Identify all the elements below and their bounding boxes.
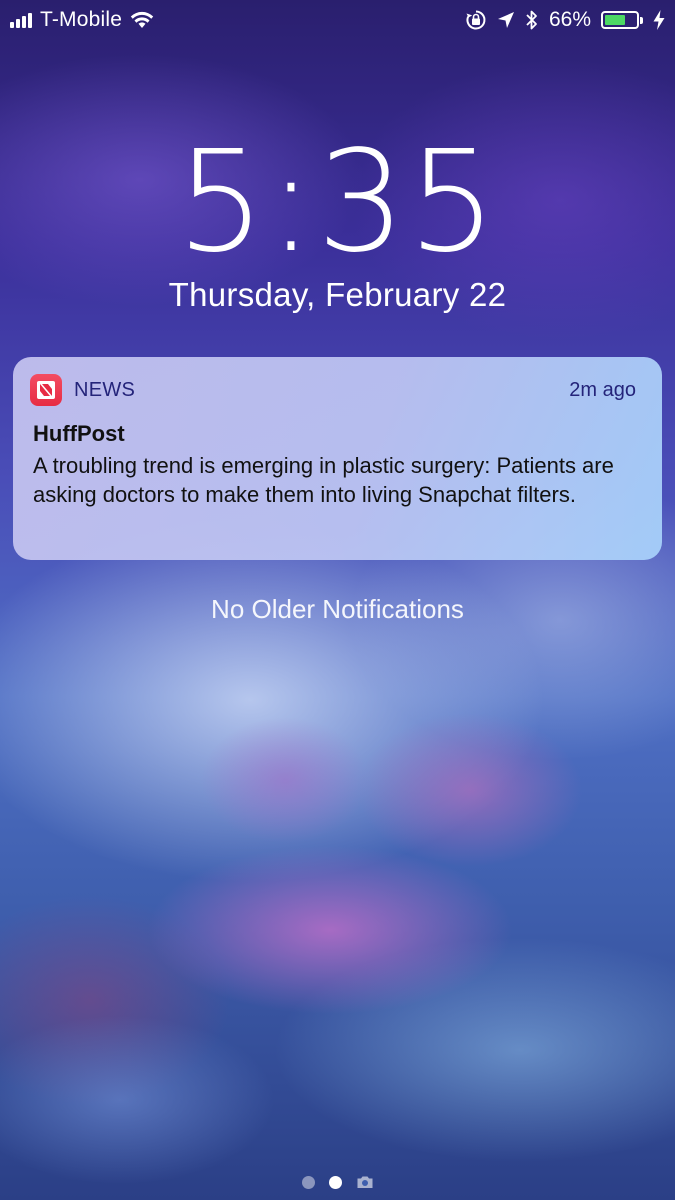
page-dot-active[interactable] <box>328 1175 342 1189</box>
notification-card[interactable]: NEWS 2m ago HuffPost A troubling trend i… <box>13 357 662 560</box>
location-icon <box>497 11 515 29</box>
page-dot[interactable] <box>301 1175 315 1189</box>
wifi-icon <box>130 11 154 29</box>
notification-time: 2m ago <box>569 378 636 401</box>
lock-screen-date: Thursday, February 22 <box>168 276 507 313</box>
news-app-icon <box>30 374 62 406</box>
signal-icon <box>10 12 32 28</box>
notification-header: NEWS 2m ago <box>30 374 636 406</box>
camera-icon[interactable] <box>356 1175 374 1189</box>
notification-title: HuffPost <box>33 421 125 446</box>
notification-app-name: NEWS <box>74 378 136 401</box>
no-older-notifications-label: No Older Notifications <box>211 594 464 624</box>
bluetooth-icon <box>525 9 539 31</box>
lock-screen-time: 5:35 <box>176 121 499 284</box>
page-indicator <box>0 1175 675 1189</box>
status-right: 66% <box>465 8 665 32</box>
battery-fill <box>605 15 625 25</box>
charging-icon <box>653 10 665 30</box>
battery-percent: 66% <box>548 8 591 31</box>
status-left: T-Mobile <box>10 8 154 32</box>
status-bar: T-Mobile 66% <box>0 0 675 40</box>
notification-body: A troubling trend is emerging in plastic… <box>33 453 614 507</box>
carrier-name: T-Mobile <box>40 8 123 31</box>
orientation-lock-icon <box>465 9 487 31</box>
battery-icon <box>601 11 643 29</box>
